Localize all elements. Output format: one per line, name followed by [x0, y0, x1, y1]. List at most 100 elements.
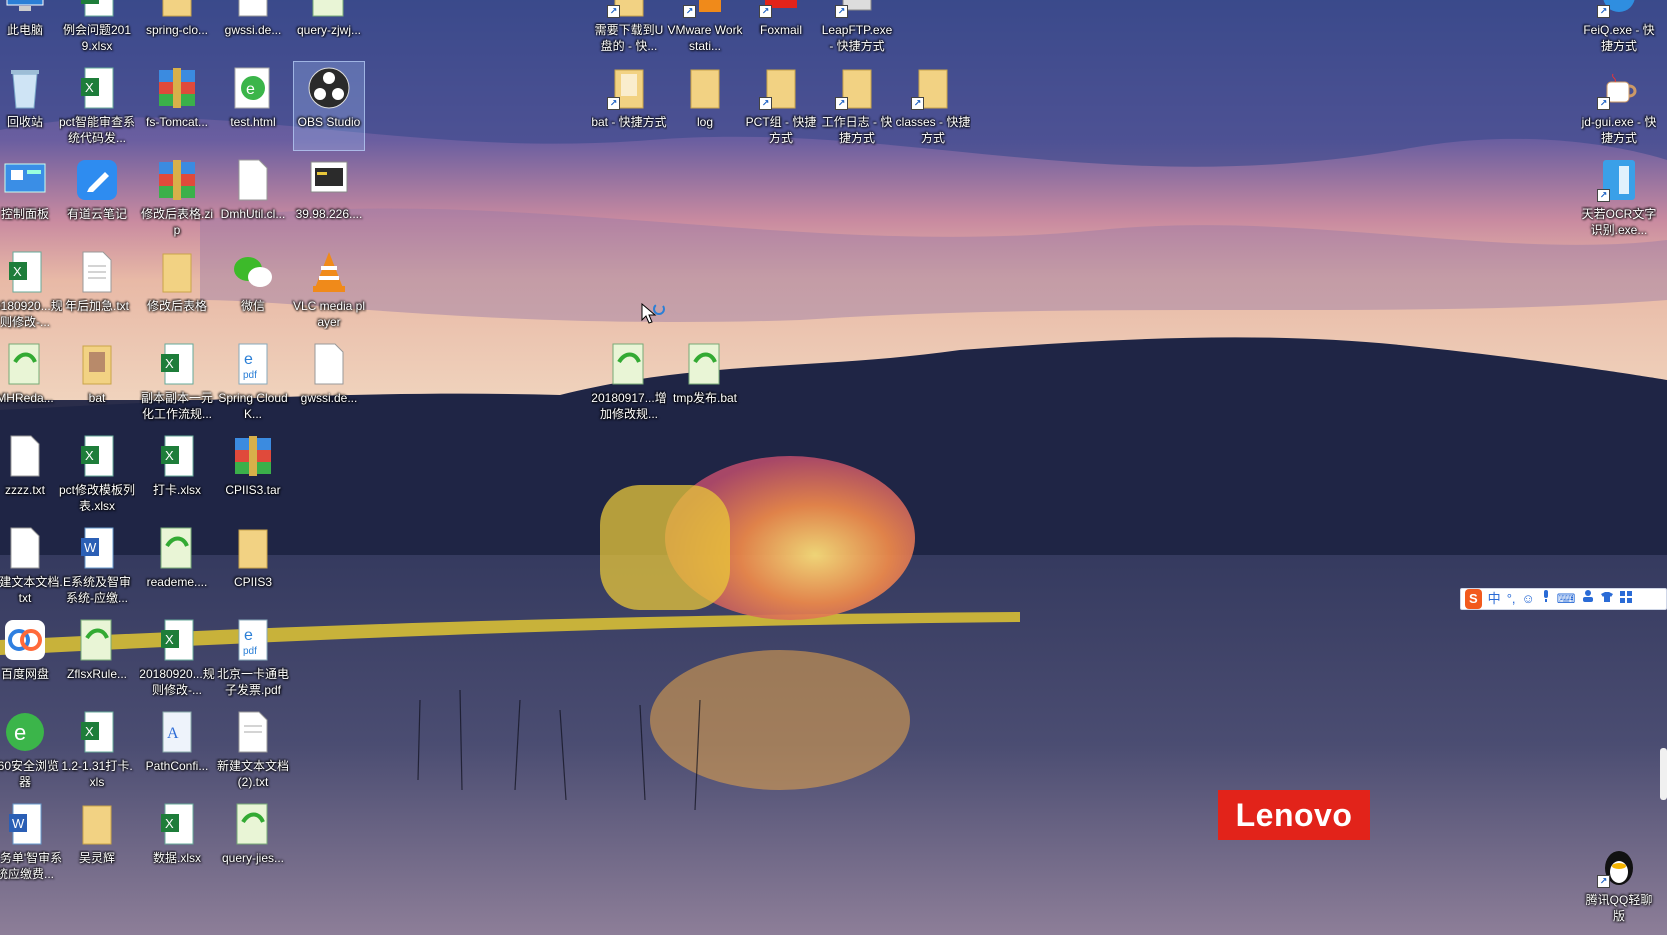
- ime-user-icon[interactable]: [1582, 589, 1594, 609]
- desktop-icon-new-text-2[interactable]: 新建文本文档(2).txt: [217, 706, 289, 794]
- desktop-icon-control-panel[interactable]: 控制面板: [0, 154, 60, 242]
- desktop-icon-pct-audit[interactable]: X pct智能审查系统代码发...: [59, 62, 135, 150]
- desktop-icon-baidu-pan[interactable]: 百度网盘: [0, 614, 60, 702]
- desktop-icon-browser-360[interactable]: e 360安全浏览器: [0, 706, 60, 794]
- svg-text:X: X: [165, 632, 174, 647]
- desktop-icon-bat[interactable]: bat: [62, 338, 132, 426]
- excel-icon: X: [153, 432, 201, 480]
- file-icon: [229, 0, 277, 20]
- desktop-icon-ip-39[interactable]: 39.98.226....: [294, 154, 364, 242]
- desktop-icon-test-html[interactable]: e test.html: [218, 62, 288, 150]
- notepad-plus-icon: [153, 524, 201, 572]
- icon-label: LeapFTP.exe - 快捷方式: [821, 23, 893, 53]
- mouse-cursor-busy-icon: [641, 303, 665, 324]
- svg-text:W: W: [12, 816, 25, 831]
- desktop-icon-cpiis3-tar[interactable]: CPIIS3.tar: [218, 430, 288, 518]
- recycle-bin-icon: [1, 64, 49, 112]
- icon-label: 天若OCR文字识别.exe...: [1581, 207, 1657, 237]
- ime-emoji-icon[interactable]: ☺: [1522, 589, 1535, 609]
- text-file-icon: [229, 708, 277, 756]
- desktop-icon-vlc[interactable]: VLC media player: [293, 246, 365, 334]
- desktop-icon-youdao-note[interactable]: 有道云笔记: [62, 154, 132, 242]
- desktop-icon-beijing-card[interactable]: e pdf 北京一卡通电子发票.pdf: [217, 614, 289, 702]
- desktop-icon-year-end[interactable]: 年后加急.txt: [62, 246, 132, 334]
- ime-logo-icon[interactable]: S: [1465, 589, 1482, 609]
- desktop-icon-wu-linghui[interactable]: 吴灵辉: [62, 798, 132, 886]
- ime-mode-toggle[interactable]: 中: [1488, 589, 1501, 609]
- icon-label: 数据.xlsx: [152, 851, 201, 865]
- desktop-icon-tianruo-ocr[interactable]: ↗ 天若OCR文字识别.exe...: [1581, 154, 1657, 242]
- desktop-icon-regular-issue[interactable]: X 例会问题2019.xlsx: [62, 0, 132, 58]
- desktop-icon-spring-clo[interactable]: spring-clo...: [142, 0, 212, 58]
- desktop-icon-modified-table[interactable]: 修改后表格: [142, 246, 212, 334]
- desktop-icon-wechat[interactable]: 微信: [218, 246, 288, 334]
- desktop-icon-new-text[interactable]: 新建文本文档.txt: [0, 522, 63, 610]
- svg-text:A: A: [167, 725, 179, 742]
- desktop-icon-e-system[interactable]: W E系统及智审系统-应缴...: [62, 522, 132, 610]
- desktop-icon-log[interactable]: log: [670, 62, 740, 150]
- desktop-icon-zzzz-txt[interactable]: zzzz.txt: [0, 430, 60, 518]
- desktop-icon-foxmail[interactable]: ↗ Foxmail: [746, 0, 816, 58]
- ime-voice-icon[interactable]: [1541, 589, 1551, 609]
- notepad-plus-icon: [229, 800, 277, 848]
- desktop-icon-daka[interactable]: X 打卡.xlsx: [142, 430, 212, 518]
- text-file-icon: [1, 524, 49, 572]
- desktop-icon-pct-group[interactable]: ↗ PCT组 - 快捷方式: [746, 62, 816, 150]
- folder-icon: ↗: [605, 64, 653, 112]
- baidu-netdisk-icon: [1, 616, 49, 664]
- icon-label: PathConfi...: [145, 759, 209, 773]
- desktop-icon-xlsx-20180920-a[interactable]: X 20180920...规则修改-...: [0, 246, 63, 334]
- desktop-icon-query-zjwj[interactable]: query-zjwj...: [294, 0, 364, 58]
- desktop-icon-vmware[interactable]: ↗ VMware Workstati...: [667, 0, 743, 58]
- edge-handle[interactable]: [1660, 748, 1667, 800]
- desktop-icon-task-list[interactable]: W 任务单'智审系统应缴费...: [0, 798, 63, 886]
- desktop-icon-xls-1231[interactable]: X 1.2-1.31打卡.xls: [61, 706, 133, 794]
- desktop-icon-leapftp[interactable]: ↗ LeapFTP.exe - 快捷方式: [822, 0, 892, 58]
- svg-text:X: X: [85, 80, 94, 95]
- desktop-icon-download-u[interactable]: ↗ 需要下载到U盘的 - 快...: [594, 0, 664, 58]
- desktop-icon-feiq[interactable]: ↗ FeiQ.exe - 快捷方式: [1583, 0, 1655, 58]
- desktop-icon-work-log[interactable]: ↗ 工作日志 - 快捷方式: [822, 62, 892, 150]
- desktop-icon-dmhutil[interactable]: DmhUtil.cl...: [218, 154, 288, 242]
- ime-tools-icon[interactable]: [1619, 589, 1632, 609]
- icon-label: 控制面板: [0, 207, 49, 221]
- desktop-icon-recycle-bin[interactable]: 回收站: [0, 62, 60, 150]
- desktop-icon-jd-gui[interactable]: ↗ jd-gui.exe - 快捷方式: [1582, 62, 1656, 150]
- desktop-icon-gwssi-de-1[interactable]: gwssi.de...: [218, 0, 288, 58]
- desktop-icon-xlsx-20180920-b[interactable]: X 20180920...规则修改-...: [139, 614, 215, 702]
- desktop-icon-tmp-publish[interactable]: tmp发布.bat: [670, 338, 740, 426]
- folder-icon: ↗: [605, 0, 653, 20]
- desktop-icon-data-xlsx[interactable]: X 数据.xlsx: [142, 798, 212, 886]
- ime-keyboard-icon[interactable]: ⌨: [1557, 589, 1576, 609]
- desktop-icon-zflsxrule[interactable]: ZflsxRule...: [62, 614, 132, 702]
- icon-label: 20180917...增加修改规...: [591, 391, 667, 421]
- desktop-icon-classes[interactable]: ↗ classes - 快捷方式: [896, 62, 970, 150]
- desktop-icon-obs-studio[interactable]: OBS Studio: [293, 61, 365, 151]
- folder-icon: [153, 0, 201, 20]
- file-icon: [305, 340, 353, 388]
- desktop-icon-cpiis3[interactable]: CPIIS3: [218, 522, 288, 610]
- desktop-icon-xlsx-20180917[interactable]: 20180917...增加修改规...: [591, 338, 667, 426]
- ime-skin-icon[interactable]: [1600, 589, 1614, 609]
- icon-label: FeiQ.exe - 快捷方式: [1583, 23, 1655, 53]
- desktop-icon-pct-template[interactable]: X pct修改模板列表.xlsx: [59, 430, 135, 518]
- icon-label: 360安全浏览器: [0, 759, 60, 789]
- icon-label: 任务单'智审系统应缴费...: [0, 851, 63, 881]
- desktop-icon-bat-shortcut[interactable]: ↗ bat - 快捷方式: [591, 62, 667, 150]
- ime-toolbar[interactable]: S 中 °, ☺ ⌨: [1460, 588, 1667, 610]
- svg-text:X: X: [165, 448, 174, 463]
- desktop-icon-fs-tomcat[interactable]: fs-Tomcat...: [142, 62, 212, 150]
- icon-label: spring-clo...: [145, 23, 209, 37]
- desktop-icon-copy-workflow[interactable]: X 副本副本一元化工作流规...: [141, 338, 213, 426]
- desktop-icon-pathconfi[interactable]: A PathConfi...: [142, 706, 212, 794]
- ime-punct-toggle[interactable]: °,: [1507, 589, 1516, 609]
- desktop-icon-readme[interactable]: reademe....: [142, 522, 212, 610]
- desktop-icon-tencent-qq[interactable]: ↗ 腾讯QQ轻聊版: [1584, 840, 1654, 928]
- config-file-icon: A: [153, 708, 201, 756]
- desktop-icon-gwssi-de-2[interactable]: gwssi.de...: [294, 338, 364, 426]
- desktop-icon-spring-cloud-pdf[interactable]: e pdf Spring Cloud K...: [218, 338, 288, 426]
- desktop-icon-this-pc[interactable]: 此电脑: [0, 0, 60, 58]
- desktop-icon-query-jies[interactable]: query-jies...: [218, 798, 288, 886]
- desktop-icon-mhreda[interactable]: MHReda...: [0, 338, 60, 426]
- desktop-icon-modified-table-zip[interactable]: 修改后表格.zip: [141, 154, 213, 242]
